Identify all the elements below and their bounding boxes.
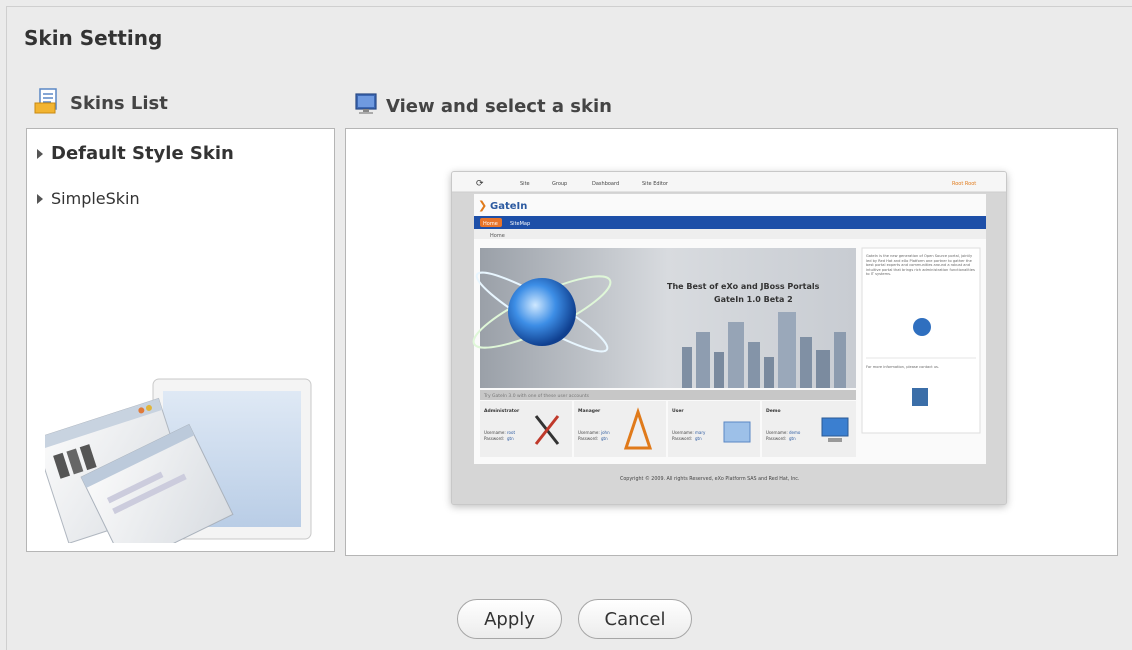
expand-arrow-icon bbox=[37, 193, 43, 204]
preview-toolbar-group: Group bbox=[552, 181, 567, 187]
preview-toolbar-user: Root Root bbox=[952, 181, 976, 187]
preview-password-0: gtn bbox=[507, 436, 514, 441]
preview-password-label-1: Password: bbox=[578, 436, 598, 441]
preview-role-demo: Demo bbox=[766, 408, 781, 414]
skins-list-panel: Default Style Skin SimpleSkin bbox=[26, 128, 335, 552]
preview-username-label-1: Username: bbox=[578, 430, 600, 435]
preview-role-admin: Administrator bbox=[484, 408, 520, 414]
preview-password-2: gtn bbox=[695, 436, 702, 441]
svg-text:⟳: ⟳ bbox=[476, 179, 484, 189]
preview-password-label-0: Password: bbox=[484, 436, 504, 441]
view-select-header: View and select a skin bbox=[354, 92, 612, 121]
page-title: Skin Setting bbox=[24, 26, 163, 50]
preview-password-1: gtn bbox=[601, 436, 608, 441]
preview-username-label-2: Username: bbox=[672, 430, 694, 435]
folder-icon bbox=[723, 421, 751, 443]
preview-toolbar-dashboard: Dashboard bbox=[592, 181, 619, 187]
skin-item-default-style[interactable]: Default Style Skin bbox=[37, 143, 234, 164]
expand-arrow-icon bbox=[37, 148, 43, 159]
preview-breadcrumb: Home bbox=[490, 233, 505, 239]
document-list-icon bbox=[34, 88, 62, 119]
preview-username-3: demo bbox=[789, 430, 801, 435]
skin-item-simpleskin[interactable]: SimpleSkin bbox=[37, 189, 140, 208]
preview-logo: GateIn bbox=[490, 201, 527, 212]
preview-toolbar-site-editor: Site Editor bbox=[642, 181, 669, 187]
preview-tab-sitemap: SiteMap bbox=[510, 221, 530, 227]
preview-footer: Copyright © 2009. All rights Reserved, e… bbox=[620, 475, 799, 482]
cancel-button[interactable]: Cancel bbox=[578, 599, 692, 639]
monitor-icon bbox=[354, 92, 378, 121]
preview-accounts-caption: Try GateIn 3.0 with one of these user ac… bbox=[483, 393, 590, 399]
preview-username-0: root bbox=[507, 430, 515, 435]
preview-username-1: john bbox=[600, 430, 610, 435]
skins-list-header: Skins List bbox=[34, 88, 168, 119]
preview-username-label-3: Username: bbox=[766, 430, 788, 435]
preview-role-manager: Manager bbox=[578, 408, 601, 414]
preview-tab-home: Home bbox=[483, 221, 498, 227]
preview-username-label-0: Username: bbox=[484, 430, 506, 435]
preview-toolbar-site: Site bbox=[520, 181, 530, 187]
preview-side-contact: For more information, please contact us. bbox=[866, 365, 939, 369]
preview-banner-line1: The Best of eXo and JBoss Portals bbox=[667, 282, 820, 291]
preview-side-text: GateIn is the new generation of Open Sou… bbox=[866, 254, 975, 277]
view-select-title: View and select a skin bbox=[386, 96, 612, 117]
preview-password-label-3: Password: bbox=[766, 436, 786, 441]
skin-item-label: SimpleSkin bbox=[51, 189, 140, 208]
preview-password-3: gtn bbox=[789, 436, 796, 441]
svg-text:❯: ❯ bbox=[478, 199, 487, 212]
preview-username-2: mary bbox=[695, 430, 706, 435]
apply-button[interactable]: Apply bbox=[457, 599, 562, 639]
windows-illustration-icon bbox=[45, 378, 312, 543]
skin-preview-panel: ⟳ Site Group Dashboard Site Editor Root … bbox=[345, 128, 1118, 556]
skins-list-title: Skins List bbox=[70, 93, 168, 114]
skin-item-label: Default Style Skin bbox=[51, 143, 234, 164]
preview-role-user: User bbox=[672, 408, 684, 414]
skin-preview-image[interactable]: ⟳ Site Group Dashboard Site Editor Root … bbox=[451, 171, 1007, 505]
preview-password-label-2: Password: bbox=[672, 436, 692, 441]
preview-banner-line2: GateIn 1.0 Beta 2 bbox=[714, 295, 793, 304]
